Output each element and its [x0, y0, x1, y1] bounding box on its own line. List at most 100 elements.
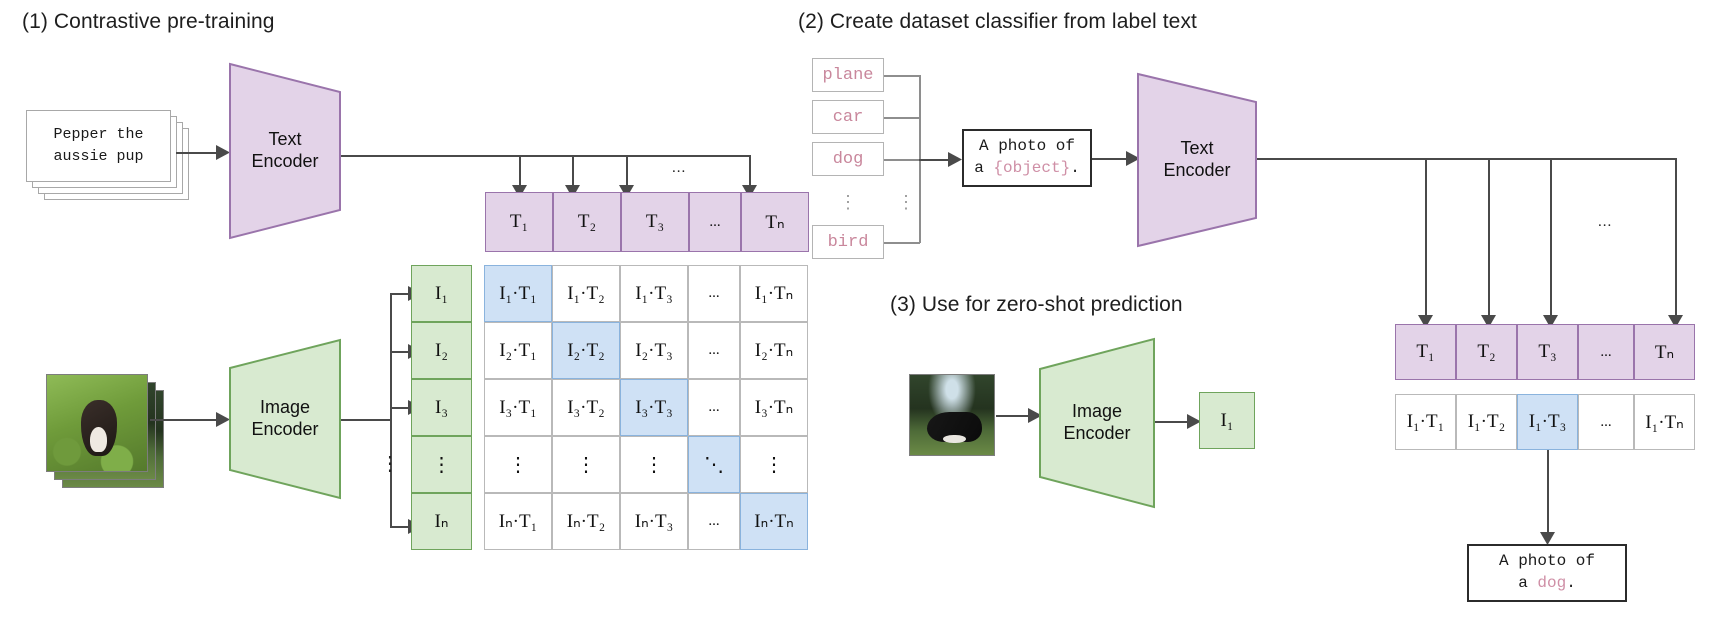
- matrix-cell-r5-c2: Iₙ·T₂: [552, 493, 620, 550]
- zeroshot-photo: [909, 374, 995, 456]
- zeroshot-score-cell-3: I₁·T₃: [1517, 394, 1578, 450]
- text-encoder-label-2: Encoder: [251, 151, 319, 171]
- prompt-period: .: [1070, 159, 1080, 177]
- prediction-line-2: a dog.: [1518, 573, 1576, 595]
- panel-2-heading: (2) Create dataset classifier from label…: [798, 10, 1197, 33]
- text-card-line-2: aussie pup: [53, 148, 144, 165]
- matrix-cell-r3-c1: I₃·T₁: [484, 379, 552, 436]
- panel-3-heading: (3) Use for zero-shot prediction: [890, 293, 1183, 316]
- puppy-shape: [81, 399, 117, 456]
- text-encoder-2-label-2: Encoder: [1163, 160, 1231, 180]
- text-encoder-bus: [341, 155, 751, 157]
- text-embedding-cell-ellipsis: ...: [689, 192, 741, 252]
- matrix-cell-r1-c4: ...: [688, 265, 740, 322]
- matrix-cell-r2-c5: I₂·Tₙ: [740, 322, 808, 379]
- p2-text-embedding-cell-n: Tₙ: [1634, 324, 1695, 380]
- text-embedding-cell-3: T₃: [621, 192, 689, 252]
- label-connector-bird: [884, 242, 920, 244]
- image-encoder[interactable]: Image Encoder: [228, 338, 342, 500]
- matrix-cell-r5-c4: ...: [688, 493, 740, 550]
- zeroshot-score-cell-ellipsis: ...: [1578, 394, 1634, 450]
- image-embedding-cell-3: I₃: [411, 379, 472, 436]
- matrix-cell-r1-c5: I₁·Tₙ: [740, 265, 808, 322]
- prompt-line-2: a {object}.: [974, 158, 1080, 180]
- matrix-cell-r2-c3: I₂·T₃: [620, 322, 688, 379]
- matrix-cell-r4-c3: ⋮: [620, 436, 688, 493]
- prompt-line-1: A photo of: [978, 137, 1075, 156]
- bus-drop-1: [519, 155, 521, 188]
- text-embedding-cell-n: Tₙ: [741, 192, 809, 252]
- image-encoder-2-label-2: Encoder: [1063, 423, 1131, 443]
- arrowhead-prompt: [948, 152, 962, 167]
- prediction-object: dog: [1537, 574, 1567, 592]
- image-embedding-cell-n: Iₙ: [411, 493, 472, 550]
- image-encoder-2[interactable]: Image Encoder: [1038, 337, 1156, 509]
- image-encoder-bus: [341, 419, 391, 421]
- prompt-template-box: A photo of a {object}.: [962, 129, 1092, 187]
- matrix-cell-r4-c5: ⋮: [740, 436, 808, 493]
- image-embedding-cell-2: I₂: [411, 322, 472, 379]
- image-bus-vertical: [390, 293, 392, 527]
- text-encoder-2-label-1: Text: [1180, 138, 1214, 159]
- zeroshot-score-cell-1: I₁·T₁: [1395, 394, 1456, 450]
- p2-text-embedding-cell-ellipsis: ...: [1578, 324, 1634, 380]
- text-encoder-label-1: Text: [268, 129, 302, 150]
- text-card: Pepper the aussie pup: [26, 110, 171, 182]
- label-connector-dog: [884, 159, 920, 161]
- matrix-cell-r4-c2: ⋮: [552, 436, 620, 493]
- matrix-cell-r3-c4: ...: [688, 379, 740, 436]
- matrix-cell-r1-c3: I₁·T₃: [620, 265, 688, 322]
- p2-drop-2: [1488, 158, 1490, 318]
- prompt-object-slot: {object}: [993, 159, 1071, 177]
- image-encoder-2-label-1: Image: [1071, 401, 1122, 422]
- p2-drop-n: [1675, 158, 1677, 318]
- matrix-cell-r1-c1: I₁·T₁: [484, 265, 552, 322]
- p2-text-embedding-cell-3: T₃: [1517, 324, 1578, 380]
- prediction-article: a: [1518, 574, 1538, 592]
- matrix-cell-r5-c1: Iₙ·T₁: [484, 493, 552, 550]
- matrix-cell-r2-c1: I₂·T₁: [484, 322, 552, 379]
- panel1-bus-ellipsis: ...: [672, 160, 687, 176]
- text-encoder-2[interactable]: Text Encoder: [1136, 72, 1258, 248]
- image-stack-photo: [46, 374, 148, 472]
- matrix-cell-r4-c1: ⋮: [484, 436, 552, 493]
- text-embedding-cell-1: T₁: [485, 192, 553, 252]
- image-encoder-label-1: Image: [259, 397, 310, 418]
- label-item-bird[interactable]: bird: [812, 225, 884, 259]
- zeroshot-score-cell-n: I₁·Tₙ: [1634, 394, 1695, 450]
- panel-1-heading: (1) Contrastive pre-training: [22, 10, 275, 33]
- label-item-plane[interactable]: plane: [812, 58, 884, 92]
- text-encoder[interactable]: Text Encoder: [228, 62, 342, 240]
- matrix-cell-r3-c2: I₃·T₂: [552, 379, 620, 436]
- image-embedding-cell-1: I₁: [411, 265, 472, 322]
- matrix-cell-r2-c2: I₂·T₂: [552, 322, 620, 379]
- image-fan-ellipsis: ⋮: [380, 453, 400, 475]
- matrix-cell-r3-c3: I₃·T₃: [620, 379, 688, 436]
- bus-drop-3: [626, 155, 628, 188]
- label-item-dog[interactable]: dog: [812, 142, 884, 176]
- arrow-score-to-prediction: [1547, 450, 1549, 538]
- dog-shape: [926, 411, 983, 444]
- zeroshot-score-cell-2: I₁·T₂: [1456, 394, 1517, 450]
- arrow-image-to-encoder: [150, 419, 222, 421]
- matrix-cell-r4-c4: ⋱: [688, 436, 740, 493]
- p2-drop-3: [1550, 158, 1552, 318]
- label-list-ellipsis-right: ⋮: [897, 191, 915, 212]
- text-encoder-2-bus: [1257, 158, 1677, 160]
- p2-text-embedding-cell-1: T₁: [1395, 324, 1456, 380]
- label-connector-plane: [884, 75, 920, 77]
- panel2-bus-ellipsis: ...: [1598, 214, 1613, 230]
- zeroshot-image-embedding: I₁: [1199, 392, 1255, 449]
- matrix-cell-r5-c5: Iₙ·Tₙ: [740, 493, 808, 550]
- label-item-car[interactable]: car: [812, 100, 884, 134]
- p2-text-embedding-cell-2: T₂: [1456, 324, 1517, 380]
- label-list-ellipsis-left: ⋮: [839, 191, 857, 212]
- p2-drop-1: [1425, 158, 1427, 318]
- prediction-box: A photo of a dog.: [1467, 544, 1627, 602]
- text-card-line-1: Pepper the: [53, 126, 144, 144]
- prediction-period: .: [1566, 574, 1576, 592]
- image-encoder-label-2: Encoder: [251, 419, 319, 439]
- matrix-cell-r3-c5: I₃·Tₙ: [740, 379, 808, 436]
- prompt-article: a: [974, 159, 994, 177]
- similarity-matrix: I₁·T₁ I₁·T₂ I₁·T₃... I₁·Tₙ I₂·T₁ I₂·T₂ I₂·T₃..…: [484, 265, 809, 550]
